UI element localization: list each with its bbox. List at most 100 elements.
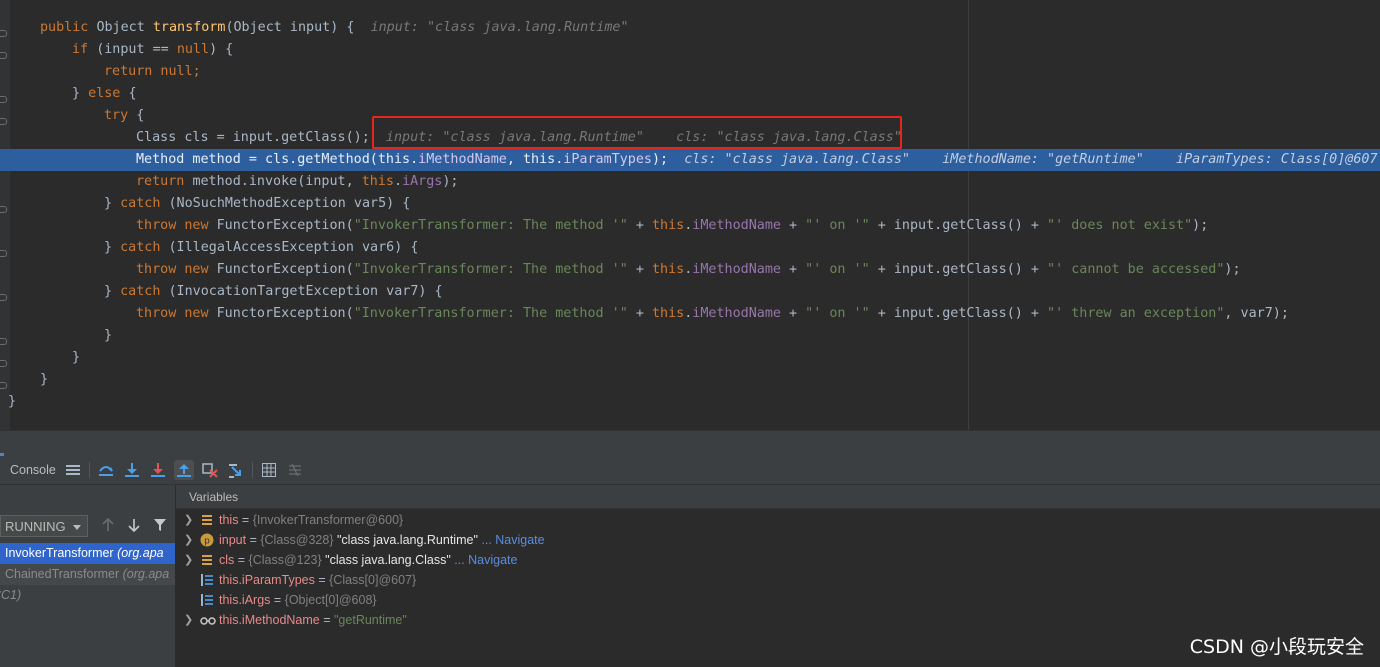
code-token: , var7); bbox=[1224, 306, 1289, 321]
variable-row[interactable]: this.iParamTypes = {Class[0]@607} bbox=[176, 570, 1380, 590]
code-token: catch bbox=[120, 196, 169, 211]
variable-row[interactable]: ❯ p input = {Class@328} "class java.lang.R… bbox=[176, 530, 1380, 550]
force-step-into-icon[interactable] bbox=[148, 460, 168, 480]
chevron-right-icon[interactable]: ❯ bbox=[184, 530, 193, 550]
code-token: throw new bbox=[136, 306, 217, 321]
code-line[interactable]: } else { bbox=[0, 83, 1380, 105]
code-line[interactable]: } bbox=[0, 347, 1380, 369]
code-token: + bbox=[627, 262, 652, 277]
frame-package: (org.apa bbox=[113, 546, 164, 560]
code-token: this bbox=[377, 152, 411, 167]
watermark: CSDN @小段玩安全 bbox=[1189, 636, 1364, 658]
variable-value: "class java.lang.Runtime" bbox=[337, 533, 478, 547]
code-token: transform bbox=[152, 20, 226, 35]
code-line[interactable]: if (input == null) { bbox=[0, 39, 1380, 61]
code-token: . bbox=[394, 174, 403, 189]
variable-name: input bbox=[219, 533, 247, 547]
chevron-right-icon[interactable]: ❯ bbox=[184, 610, 193, 630]
code-token: this bbox=[361, 174, 394, 189]
code-token: catch bbox=[120, 240, 169, 255]
equals-sign: = bbox=[314, 573, 330, 587]
code-line[interactable]: return null; bbox=[0, 61, 1380, 83]
step-over-icon[interactable] bbox=[96, 460, 116, 480]
code-token: iMethodName bbox=[692, 306, 781, 321]
code-token: } bbox=[104, 284, 121, 299]
code-token: catch bbox=[120, 284, 169, 299]
code-line[interactable]: throw new FunctorException("InvokerTrans… bbox=[0, 215, 1380, 237]
code-line[interactable]: return method.invoke(input, this.iArgs); bbox=[0, 171, 1380, 193]
code-line-current[interactable]: Method method = cls.getMethod(this.iMeth… bbox=[0, 149, 1380, 171]
arrow-down-icon[interactable] bbox=[125, 516, 143, 534]
code-token: null bbox=[176, 42, 210, 57]
code-token: FunctorException( bbox=[216, 218, 354, 233]
debug-toolbar: Console bbox=[0, 456, 1380, 485]
field-icon bbox=[200, 553, 214, 567]
inline-debug-hint: input: "class java.lang.Runtime" bbox=[370, 20, 629, 35]
code-line[interactable]: } catch (NoSuchMethodException var5) { bbox=[0, 193, 1380, 215]
variable-row[interactable]: ❯ this = {InvokerTransformer@600} bbox=[176, 510, 1380, 530]
navigate-link[interactable]: ... Navigate bbox=[454, 553, 517, 567]
toolbar-separator bbox=[252, 462, 253, 478]
variable-value: "class java.lang.Class" bbox=[325, 553, 451, 567]
navigate-link[interactable]: ... Navigate bbox=[481, 533, 544, 547]
code-token: + input.getClass() + bbox=[869, 218, 1048, 233]
code-token: ) { bbox=[209, 42, 234, 57]
evaluate-icon[interactable] bbox=[259, 460, 279, 480]
code-line[interactable]: throw new FunctorException("InvokerTrans… bbox=[0, 303, 1380, 325]
code-token: "InvokerTransformer: The method '" bbox=[353, 262, 628, 277]
variable-type: {Object[0]@608} bbox=[284, 593, 377, 607]
code-line[interactable]: } catch (InvocationTargetException var7)… bbox=[0, 281, 1380, 303]
step-into-icon[interactable] bbox=[122, 460, 142, 480]
code-token: return null; bbox=[104, 64, 201, 79]
panel-splitter[interactable] bbox=[0, 430, 1380, 457]
thread-selector[interactable]: RUNNING bbox=[0, 515, 88, 537]
variable-value: "getRuntime" bbox=[334, 613, 407, 627]
code-line[interactable]: } bbox=[0, 325, 1380, 347]
code-line[interactable]: } bbox=[0, 391, 1380, 413]
variable-row[interactable]: ❯ cls = {Class@123} "class java.lang.Clas… bbox=[176, 550, 1380, 570]
frame-item-chainedtransformer[interactable]: ChainedTransformer (org.apa bbox=[0, 564, 175, 585]
code-token: "' on '" bbox=[805, 262, 870, 277]
chevron-right-icon[interactable]: ❯ bbox=[184, 510, 193, 530]
code-token: public bbox=[40, 20, 97, 35]
toolbar-separator bbox=[89, 462, 90, 478]
code-line[interactable]: public Object transform(Object input) { … bbox=[0, 17, 1380, 39]
code-token: + bbox=[780, 262, 806, 277]
code-line[interactable]: } bbox=[0, 369, 1380, 391]
variable-type: {Class@123} bbox=[248, 553, 322, 567]
code-token: + input.getClass() + bbox=[869, 306, 1048, 321]
code-line[interactable]: } catch (IllegalAccessException var6) { bbox=[0, 237, 1380, 259]
variable-type: {Class[0]@607} bbox=[329, 573, 417, 587]
step-out-icon[interactable] bbox=[174, 460, 194, 480]
drop-frame-icon[interactable] bbox=[200, 460, 220, 480]
tab-console[interactable]: Console bbox=[0, 456, 56, 484]
frame-item-cc1[interactable]: CC1) bbox=[0, 585, 167, 606]
code-line[interactable]: throw new FunctorException("InvokerTrans… bbox=[0, 259, 1380, 281]
variable-row[interactable]: ❯ this.iMethodName = "getRuntime" bbox=[176, 610, 1380, 630]
code-token: if bbox=[72, 42, 97, 57]
code-token: } bbox=[72, 350, 81, 365]
code-token: + bbox=[780, 218, 806, 233]
code-token: "' threw an exception" bbox=[1047, 306, 1225, 321]
variable-name: this.iMethodName bbox=[219, 613, 320, 627]
code-token: + input.getClass() + bbox=[869, 262, 1048, 277]
trace-icon[interactable] bbox=[285, 460, 305, 480]
equals-sign: = bbox=[234, 553, 249, 567]
code-token: { bbox=[136, 108, 145, 123]
code-token: ); bbox=[651, 152, 685, 167]
code-token: iMethodName bbox=[418, 152, 507, 167]
arrow-up-icon[interactable] bbox=[99, 516, 117, 534]
variable-type: {InvokerTransformer@600} bbox=[252, 513, 404, 527]
variable-row[interactable]: this.iArgs = {Object[0]@608} bbox=[176, 590, 1380, 610]
chevron-right-icon[interactable]: ❯ bbox=[184, 550, 193, 570]
code-token: "InvokerTransformer: The method '" bbox=[353, 218, 628, 233]
code-token: FunctorException( bbox=[216, 262, 354, 277]
variables-header: Variables bbox=[176, 485, 1380, 509]
run-to-cursor-icon[interactable] bbox=[226, 460, 246, 480]
code-token: } bbox=[72, 86, 89, 101]
code-editor[interactable]: public Object transform(Object input) { … bbox=[0, 0, 1380, 430]
frame-item-invokertransformer[interactable]: InvokerTransformer (org.apa bbox=[0, 543, 175, 564]
filter-icon[interactable] bbox=[151, 516, 169, 534]
layout-icon[interactable] bbox=[63, 460, 83, 480]
code-token: "' on '" bbox=[805, 306, 870, 321]
